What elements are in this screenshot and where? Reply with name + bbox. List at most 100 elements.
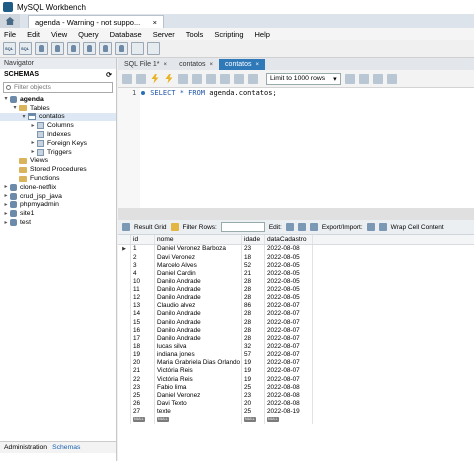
refresh-results-icon[interactable]: [170, 223, 179, 231]
cell-datacadastro[interactable]: 2022-08-07: [265, 334, 313, 343]
cell-nome[interactable]: lucas silva: [155, 342, 242, 351]
table-row[interactable]: 11 Danilo Andrade 28 2022-08-05: [118, 285, 474, 294]
cell-idade[interactable]: 23: [242, 244, 265, 253]
cell-id[interactable]: 23: [131, 383, 155, 392]
expand-toggle-icon[interactable]: ▸: [30, 149, 36, 155]
table-row[interactable]: 3 Marcelo Alves 52 2022-08-05: [118, 261, 474, 270]
cell-idade[interactable]: 28: [242, 309, 265, 319]
tree-item-stored-procedures[interactable]: Stored Procedures: [0, 165, 116, 174]
cell-nome[interactable]: Danilo Andrade: [155, 318, 242, 327]
cell-datacadastro[interactable]: 2022-08-07: [265, 358, 313, 367]
cell-datacadastro[interactable]: 2022-08-07: [265, 375, 313, 384]
cell-nome[interactable]: Davi Veronez: [155, 252, 242, 262]
expand-toggle-icon[interactable]: ▸: [3, 220, 9, 226]
menu-item-server[interactable]: Server: [153, 30, 175, 39]
editor-tab[interactable]: contatos ×: [173, 59, 219, 70]
cell-nome[interactable]: Danilo Andrade: [155, 334, 242, 343]
cell-id[interactable]: 26: [131, 399, 155, 408]
autocommit-icon[interactable]: [248, 73, 258, 84]
cell-idade[interactable]: 52: [242, 261, 265, 270]
cell-idade[interactable]: 28: [242, 285, 265, 294]
cell-nome[interactable]: Danilo Andrade: [155, 277, 242, 286]
column-header-idade[interactable]: idade: [242, 235, 265, 244]
cell-idade[interactable]: 25: [242, 383, 265, 392]
table-row[interactable]: 14 Danilo Andrade 28 2022-08-07: [118, 309, 474, 319]
cell-datacadastro-null[interactable]: NULL: [265, 415, 313, 424]
editor-tab[interactable]: SQL File 1* ×: [118, 59, 173, 70]
tree-item-clone-netflix[interactable]: ▸ clone-netflix: [0, 183, 116, 192]
cell-idade[interactable]: 28: [242, 326, 265, 335]
execute-current-icon[interactable]: [165, 73, 173, 84]
menu-item-query[interactable]: Query: [78, 30, 98, 39]
tree-item-crud-jsp-java[interactable]: ▸ crud_jsp_java: [0, 192, 116, 201]
expand-toggle-icon[interactable]: ▸: [30, 123, 36, 129]
invisible-chars-icon[interactable]: [372, 73, 383, 84]
cell-datacadastro[interactable]: 2022-08-05: [265, 277, 313, 286]
table-row[interactable]: 2 Davi Veronez 18 2022-08-05: [118, 252, 474, 262]
table-row[interactable]: 22 Victória Reis 19 2022-08-07: [118, 375, 474, 384]
cell-datacadastro[interactable]: 2022-08-08: [265, 383, 313, 392]
tab-schemas[interactable]: Schemas: [52, 444, 80, 451]
cell-nome[interactable]: Marcelo Alves: [155, 261, 242, 270]
cell-idade[interactable]: 28: [242, 277, 265, 286]
expand-toggle-icon[interactable]: [30, 132, 36, 138]
export-icon[interactable]: [366, 223, 375, 231]
expand-toggle-icon[interactable]: [12, 176, 18, 182]
expand-toggle-icon[interactable]: ▸: [3, 202, 9, 208]
table-row[interactable]: 26 Davi Texto 20 2022-08-08: [118, 399, 474, 408]
cell-id[interactable]: 15: [131, 318, 155, 327]
close-icon[interactable]: ×: [210, 62, 214, 68]
new-sql-tab-icon[interactable]: [3, 42, 16, 55]
new-row[interactable]: NULL NULL NULL NULL: [118, 415, 474, 424]
column-header-datacadastro[interactable]: dataCadastro: [265, 235, 313, 244]
expand-toggle-icon[interactable]: ▾: [21, 114, 27, 120]
table-row[interactable]: 13 Claudio alvez 86 2022-08-07: [118, 301, 474, 310]
expand-toggle-icon[interactable]: [12, 167, 18, 173]
expand-toggle-icon[interactable]: ▾: [3, 96, 9, 102]
home-tab[interactable]: [0, 14, 20, 28]
cell-nome[interactable]: Victória Reis: [155, 375, 242, 384]
tree-item-functions[interactable]: Functions: [0, 174, 116, 183]
expand-toggle-icon[interactable]: ▸: [3, 193, 9, 199]
search-table-data-icon[interactable]: [131, 42, 144, 55]
create-schema-icon[interactable]: [51, 42, 64, 55]
cell-datacadastro[interactable]: 2022-08-05: [265, 252, 313, 262]
cell-id[interactable]: 25: [131, 391, 155, 400]
cell-id[interactable]: 17: [131, 334, 155, 343]
cell-id-null[interactable]: NULL: [131, 415, 155, 424]
cell-nome[interactable]: Victória Reis: [155, 366, 242, 376]
cell-datacadastro[interactable]: 2022-08-07: [265, 318, 313, 327]
table-row[interactable]: 18 lucas silva 32 2022-08-07: [118, 342, 474, 351]
cell-idade[interactable]: 18: [242, 252, 265, 262]
tree-item-test[interactable]: ▸ test: [0, 218, 116, 227]
table-row[interactable]: 4 Daniel Cardin 21 2022-08-05: [118, 269, 474, 278]
expand-toggle-icon[interactable]: ▸: [3, 211, 9, 217]
cell-datacadastro[interactable]: 2022-08-07: [265, 350, 313, 359]
editor-tab[interactable]: contatos ×: [219, 59, 266, 70]
table-row[interactable]: 10 Danilo Andrade 28 2022-08-05: [118, 277, 474, 286]
toggle-error-icon[interactable]: [206, 73, 216, 84]
connection-tab[interactable]: agenda - Warning - not suppo... ×: [28, 15, 164, 28]
cell-datacadastro[interactable]: 2022-08-07: [265, 326, 313, 335]
cell-nome[interactable]: Maria Grabriela Dias Orlando: [155, 358, 242, 367]
close-icon[interactable]: ×: [164, 62, 168, 68]
cell-datacadastro[interactable]: 2022-08-07: [265, 309, 313, 319]
tree-item-views[interactable]: Views: [0, 157, 116, 166]
word-wrap-icon[interactable]: [386, 73, 397, 84]
table-row[interactable]: 19 indiana jones 57 2022-08-07: [118, 350, 474, 359]
cell-nome[interactable]: Fabio lima: [155, 383, 242, 392]
open-file-icon[interactable]: [122, 73, 132, 84]
cell-id[interactable]: 16: [131, 326, 155, 335]
tree-item-foreign-keys[interactable]: ▸ Foreign Keys: [0, 139, 116, 148]
commit-icon[interactable]: [220, 73, 230, 84]
cell-datacadastro[interactable]: 2022-08-08: [265, 391, 313, 400]
beautify-icon[interactable]: [344, 73, 355, 84]
rollback-icon[interactable]: [234, 73, 244, 84]
cell-idade[interactable]: 19: [242, 358, 265, 367]
tree-item-phpmyadmin[interactable]: ▸ phpmyadmin: [0, 201, 116, 210]
wrap-cell-content-label[interactable]: Wrap Cell Content: [391, 224, 444, 231]
table-row[interactable]: 21 Victória Reis 19 2022-08-07: [118, 366, 474, 376]
save-icon[interactable]: [136, 73, 146, 84]
inspect-icon[interactable]: [35, 42, 48, 55]
cell-nome[interactable]: Claudio alvez: [155, 301, 242, 310]
